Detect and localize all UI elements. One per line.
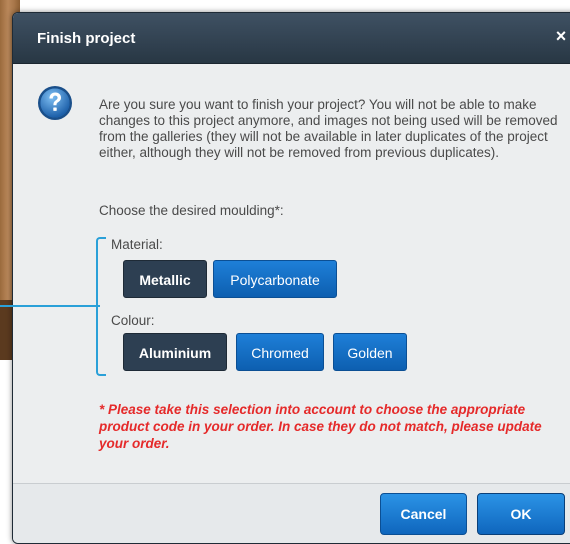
moulding-prompt: Choose the desired moulding*: (99, 203, 284, 218)
colour-option-chromed[interactable]: Chromed (236, 333, 324, 371)
intro-text: Are you sure you want to finish your pro… (99, 97, 558, 160)
material-label: Material: (111, 237, 163, 252)
dialog-header: Finish project × (13, 13, 570, 64)
material-option-metallic[interactable]: Metallic (123, 260, 207, 298)
options-bracket (96, 237, 106, 376)
material-option-polycarbonate[interactable]: Polycarbonate (213, 260, 337, 298)
colour-option-golden[interactable]: Golden (333, 333, 407, 371)
colour-label: Colour: (111, 313, 155, 328)
close-icon[interactable]: × (551, 25, 570, 47)
product-code-note: * Please take this selection into accoun… (99, 402, 542, 451)
colour-option-aluminium[interactable]: Aluminium (123, 333, 227, 371)
cancel-button[interactable]: Cancel (380, 493, 467, 535)
help-question-icon (38, 86, 72, 120)
ok-button[interactable]: OK (477, 493, 565, 535)
connector-line (0, 305, 100, 307)
dialog-title: Finish project (37, 30, 136, 47)
